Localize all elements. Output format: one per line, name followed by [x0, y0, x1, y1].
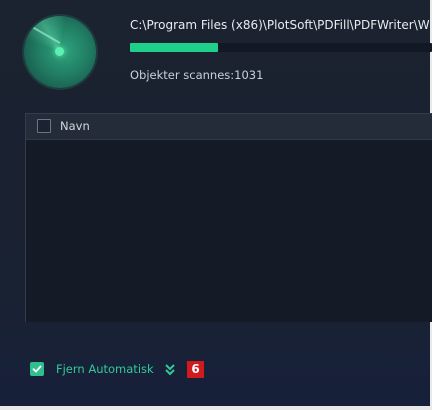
results-list-body: [26, 140, 432, 322]
results-list-header: Navn: [26, 114, 432, 140]
objects-scanned-count: 1031: [234, 68, 264, 82]
auto-remove-label[interactable]: Fjern Automatisk: [56, 362, 154, 376]
scan-progress-fill: [130, 43, 218, 52]
current-scan-path: C:\Program Files (x86)\PlotSoft\PDFill\P…: [130, 18, 432, 32]
objects-scanned-label: Objekter scannes:: [130, 68, 235, 82]
auto-remove-checkbox[interactable]: [30, 362, 44, 376]
select-all-checkbox[interactable]: [37, 119, 51, 133]
column-header-name[interactable]: Navn: [60, 119, 90, 133]
double-chevron-down-icon[interactable]: [164, 362, 176, 376]
scan-window: C:\Program Files (x86)\PlotSoft\PDFill\P…: [0, 0, 432, 410]
radar-scanner-icon: [24, 16, 96, 88]
results-list: Navn: [25, 113, 432, 322]
annotation-number-badge: 6: [187, 361, 204, 378]
scan-progress-bar: [130, 43, 432, 52]
objects-scanned-status: Objekter scannes:1031: [130, 68, 263, 82]
checkmark-icon: [32, 365, 42, 373]
